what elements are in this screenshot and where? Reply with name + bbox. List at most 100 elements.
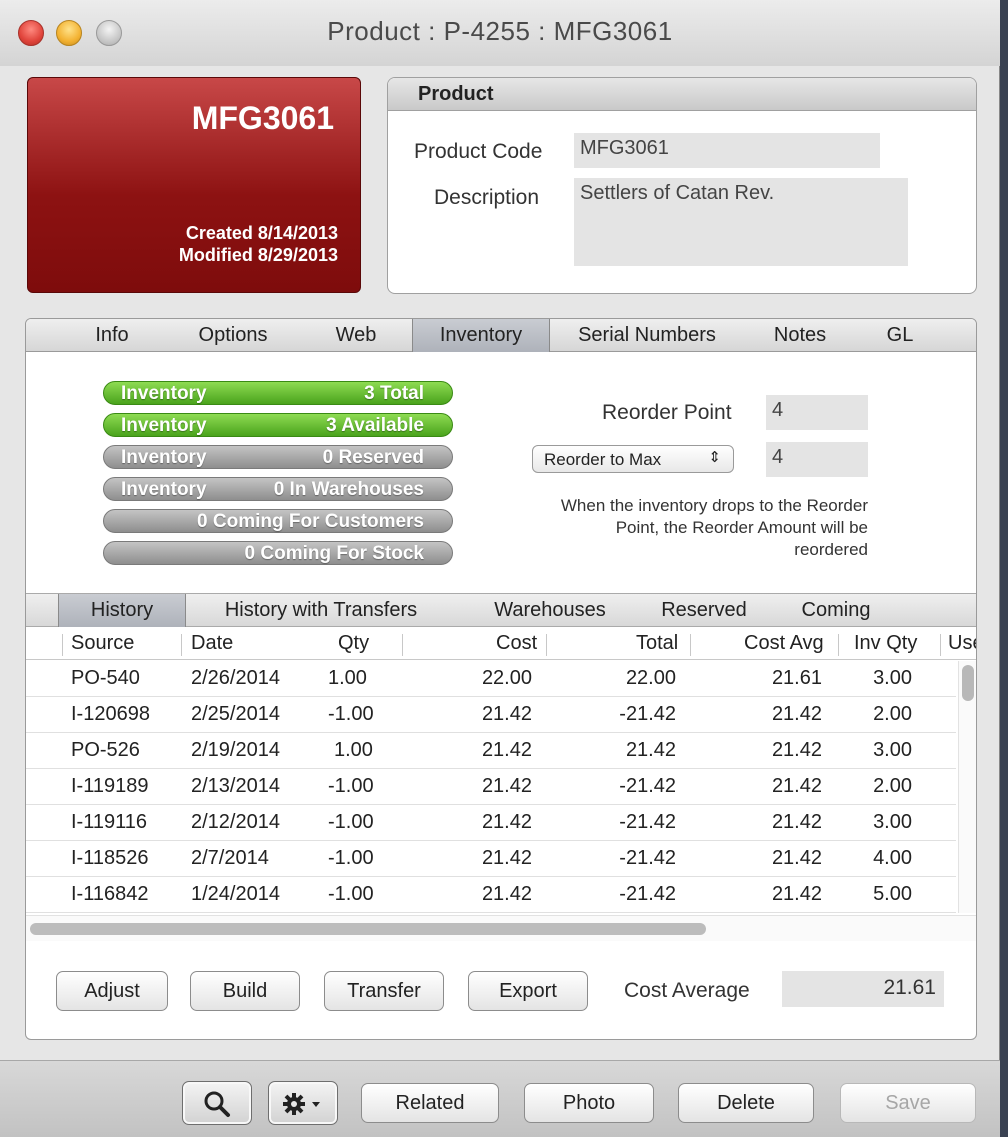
cell-qty: -1.00 (328, 847, 374, 869)
tab-warehouses[interactable]: Warehouses (480, 594, 620, 627)
inventory-available-pill: Inventory 3 Available (103, 413, 453, 437)
inventory-warehouses-pill: Inventory 0 In Warehouses (103, 477, 453, 501)
cell-cost-avg: 21.42 (771, 811, 822, 833)
table-row[interactable]: I-119116 2/12/2014 -1.00 21.42 -21.42 21… (26, 805, 956, 841)
cell-qty: 1.00 (334, 739, 373, 761)
cell-qty: -1.00 (328, 811, 374, 833)
cell-cost: 21.42 (481, 775, 532, 797)
gear-menu-button[interactable] (268, 1081, 338, 1125)
build-button[interactable]: Build (190, 971, 300, 1011)
vertical-scroll-thumb[interactable] (962, 665, 974, 701)
save-button[interactable]: Save (840, 1083, 976, 1123)
search-button[interactable] (182, 1081, 252, 1125)
pill-value: 3 Available (326, 415, 424, 436)
tab-inventory[interactable]: Inventory (412, 319, 550, 352)
tab-notes[interactable]: Notes (760, 319, 840, 352)
column-header-source[interactable]: Source (71, 632, 134, 655)
column-header-qty[interactable]: Qty (338, 632, 369, 655)
cell-cost-avg: 21.42 (771, 775, 822, 797)
cell-cost: 21.42 (481, 811, 532, 833)
table-row[interactable]: I-120698 2/25/2014 -1.00 21.42 -21.42 21… (26, 697, 956, 733)
column-header-cost[interactable]: Cost (496, 632, 537, 655)
pill-label: Inventory (121, 447, 207, 468)
transfer-button[interactable]: Transfer (324, 971, 444, 1011)
table-row[interactable]: PO-540 2/26/2014 1.00 22.00 22.00 21.61 … (26, 661, 956, 697)
cell-source: I-119189 (71, 775, 149, 797)
cell-total: -21.42 (619, 775, 676, 797)
tab-info[interactable]: Info (72, 319, 152, 352)
cell-source: PO-526 (71, 739, 140, 761)
cell-date: 2/26/2014 (191, 667, 280, 689)
cell-total: 21.42 (625, 739, 676, 761)
description-field[interactable]: Settlers of Catan Rev. (574, 178, 908, 266)
cell-source: I-120698 (71, 703, 150, 725)
related-button[interactable]: Related (361, 1083, 499, 1123)
cell-total: -21.42 (619, 883, 676, 905)
cell-total: -21.42 (619, 847, 676, 869)
coming-for-customers-pill: 0 Coming For Customers (103, 509, 453, 533)
history-tab-bar: History History with Transfers Warehouse… (26, 593, 976, 627)
cell-qty: -1.00 (328, 883, 374, 905)
card-modified-date: Modified 8/29/2013 (178, 245, 338, 265)
cell-inv-qty: 2.00 (873, 703, 912, 725)
table-row[interactable]: I-119189 2/13/2014 -1.00 21.42 -21.42 21… (26, 769, 956, 805)
title-bar: Product : P-4255 : MFG3061 (0, 0, 1000, 66)
cell-cost: 21.42 (481, 739, 532, 761)
pill-value: 0 In Warehouses (273, 479, 424, 500)
reorder-mode-select[interactable]: Reorder to Max ⇕ (532, 445, 734, 473)
photo-button[interactable]: Photo (524, 1083, 654, 1123)
horizontal-scroll-thumb[interactable] (30, 923, 706, 935)
tab-coming[interactable]: Coming (788, 594, 884, 627)
bottom-toolbar: Related Photo Delete Save (0, 1060, 1000, 1137)
column-header-inv-qty[interactable]: Inv Qty (854, 632, 917, 655)
pill-value: 0 Reserved (322, 447, 424, 468)
cell-date: 2/13/2014 (191, 775, 280, 797)
cell-qty: -1.00 (328, 775, 374, 797)
reorder-amount-field[interactable]: 4 (766, 442, 868, 477)
cell-inv-qty: 4.00 (873, 847, 912, 869)
tab-gl[interactable]: GL (872, 319, 928, 352)
column-header-cost-avg[interactable]: Cost Avg (744, 632, 824, 655)
table-row[interactable]: I-116842 1/24/2014 -1.00 21.42 -21.42 21… (26, 877, 956, 913)
delete-button[interactable]: Delete (678, 1083, 814, 1123)
cell-qty: -1.00 (328, 703, 374, 725)
table-row[interactable]: PO-526 2/19/2014 1.00 21.42 21.42 21.42 … (26, 733, 956, 769)
background-window-edge (1000, 0, 1008, 1137)
card-created-date: Created 8/14/2013 (185, 223, 338, 243)
column-header-date[interactable]: Date (191, 632, 233, 655)
cell-cost-avg: 21.42 (771, 739, 822, 761)
tab-reserved[interactable]: Reserved (652, 594, 756, 627)
tab-options[interactable]: Options (176, 319, 290, 352)
cell-cost-avg: 21.42 (771, 847, 822, 869)
column-header-total[interactable]: Total (636, 632, 678, 655)
product-code-field[interactable]: MFG3061 (574, 133, 880, 168)
inventory-reserved-pill: Inventory 0 Reserved (103, 445, 453, 469)
cell-total: -21.42 (619, 811, 676, 833)
coming-for-stock-pill: 0 Coming For Stock (103, 541, 453, 565)
cell-source: PO-540 (71, 667, 140, 689)
tab-web[interactable]: Web (318, 319, 394, 352)
reorder-point-field[interactable]: 4 (766, 395, 868, 430)
table-row[interactable]: I-118526 2/7/2014 -1.00 21.42 -21.42 21.… (26, 841, 956, 877)
cell-date: 2/7/2014 (191, 847, 269, 869)
tab-panel: Info Options Web Inventory Serial Number… (25, 318, 977, 1040)
search-icon (204, 1091, 230, 1117)
vertical-scrollbar[interactable] (958, 661, 976, 913)
product-code-label: Product Code (414, 140, 543, 163)
column-header-use[interactable]: Use (948, 632, 976, 655)
product-section-header: Product (388, 78, 976, 111)
adjust-button[interactable]: Adjust (56, 971, 168, 1011)
tab-history-with-transfers[interactable]: History with Transfers (208, 594, 434, 627)
export-button[interactable]: Export (468, 971, 588, 1011)
horizontal-scrollbar[interactable] (26, 915, 976, 941)
cell-cost: 21.42 (481, 703, 532, 725)
pill-label: Inventory (121, 479, 207, 500)
cell-inv-qty: 3.00 (873, 739, 912, 761)
cell-cost: 22.00 (481, 667, 532, 689)
pill-value: 0 Coming For Customers (197, 511, 424, 532)
reorder-help-text: When the inventory drops to the Reorder … (560, 496, 868, 559)
tab-serial-numbers[interactable]: Serial Numbers (562, 319, 732, 352)
cell-cost: 21.42 (481, 847, 532, 869)
tab-history[interactable]: History (58, 594, 186, 627)
cell-cost: 21.42 (481, 883, 532, 905)
